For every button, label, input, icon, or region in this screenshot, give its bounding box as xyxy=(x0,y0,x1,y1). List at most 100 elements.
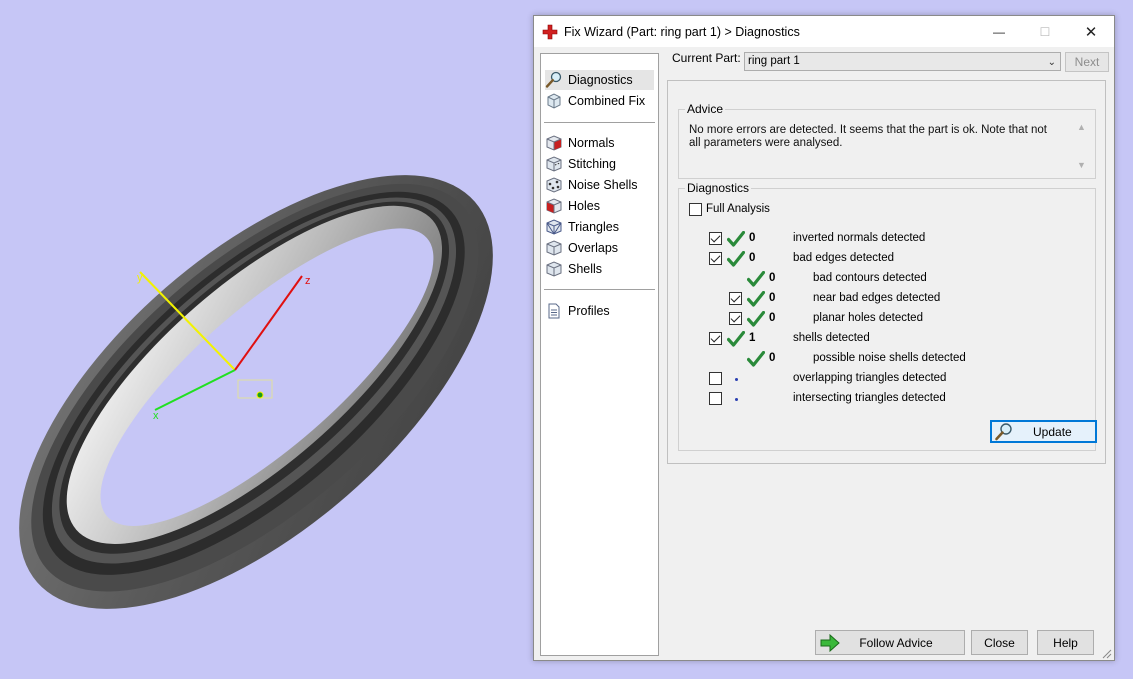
close-button[interactable]: Close xyxy=(971,630,1028,655)
diagnostic-checkbox[interactable] xyxy=(709,332,722,345)
diagnostic-row: 0 near bad edges detected xyxy=(679,290,1089,307)
sidebar-item-overlaps[interactable]: Overlaps xyxy=(545,238,654,258)
diagnostics-group: Diagnostics Full Analysis 0 inverted norm… xyxy=(678,181,1097,451)
diagnostic-row: 1 shells detected xyxy=(679,330,1089,347)
diagnostic-label: possible noise shells detected xyxy=(813,352,966,364)
sidebar-item-holes[interactable]: Holes xyxy=(545,196,654,216)
ring-part-model[interactable]: y z x xyxy=(0,0,533,679)
close-icon: ✕ xyxy=(1084,23,1098,41)
diagnostic-label: bad edges detected xyxy=(793,252,895,264)
noise-shells-icon xyxy=(545,176,563,194)
diagnostic-count: 0 xyxy=(769,352,776,364)
diagnostic-label: shells detected xyxy=(793,332,870,344)
profiles-icon xyxy=(545,302,563,320)
maximize-button[interactable]: ☐ xyxy=(1022,16,1068,47)
advice-scrollbar[interactable]: ▲ ▼ xyxy=(1075,122,1089,170)
current-part-select[interactable]: ring part 1 ⌄ xyxy=(744,52,1061,71)
close-window-button[interactable]: ✕ xyxy=(1068,16,1114,47)
holes-cube-icon xyxy=(545,197,563,215)
stitching-cube-icon xyxy=(545,155,563,173)
sidebar-divider xyxy=(544,122,655,123)
pending-dot-icon xyxy=(735,378,738,381)
diagnostic-row: 0 bad contours detected xyxy=(679,270,1089,287)
diagnostic-row: overlapping triangles detected xyxy=(679,371,1089,387)
advice-title: Advice xyxy=(685,102,726,116)
diagnostics-title: Diagnostics xyxy=(685,181,752,195)
diagnostic-checkbox[interactable] xyxy=(709,372,722,385)
diagnostic-row: 0 bad edges detected xyxy=(679,250,1089,267)
diagnostic-count: 0 xyxy=(749,252,756,264)
y-axis-label: y xyxy=(137,272,143,284)
diagnostic-checkbox[interactable] xyxy=(709,232,722,245)
x-axis-label: x xyxy=(153,410,159,422)
overlaps-cube-icon xyxy=(545,239,563,257)
sidebar-item-label: Normals xyxy=(568,136,615,150)
sidebar-item-label: Combined Fix xyxy=(568,94,646,108)
fix-wizard-dialog: Fix Wizard (Part: ring part 1) > Diagnos… xyxy=(533,15,1115,661)
green-arrow-icon xyxy=(820,633,840,653)
diagnostic-checkbox[interactable] xyxy=(729,312,742,325)
green-check-icon xyxy=(746,290,766,307)
full-analysis-label: Full Analysis xyxy=(706,203,770,215)
sidebar-item-shells[interactable]: Shells xyxy=(545,259,654,279)
diagnostic-label: near bad edges detected xyxy=(813,292,941,304)
diagnostic-label: planar holes detected xyxy=(813,312,923,324)
red-cross-icon xyxy=(542,24,558,40)
next-button[interactable]: Next xyxy=(1065,52,1109,72)
diagnostic-count: 0 xyxy=(749,232,756,244)
sidebar-item-stitching[interactable]: Stitching xyxy=(545,154,654,174)
minimize-button[interactable]: — xyxy=(976,16,1022,47)
diagnostic-count: 0 xyxy=(769,292,776,304)
follow-advice-label: Follow Advice xyxy=(859,635,933,650)
resize-grip-icon[interactable] xyxy=(1102,648,1112,659)
shells-cube-icon xyxy=(545,260,563,278)
diagnostic-checkbox[interactable] xyxy=(709,252,722,265)
normals-cube-icon xyxy=(545,134,563,152)
chevron-down-icon: ⌄ xyxy=(1047,57,1056,68)
sidebar-item-combined-fix[interactable]: Combined Fix xyxy=(545,91,654,111)
full-analysis-checkbox[interactable] xyxy=(689,203,702,216)
dialog-title: Fix Wizard (Part: ring part 1) > Diagnos… xyxy=(564,24,800,39)
combined-fix-icon xyxy=(545,92,563,110)
green-check-icon xyxy=(746,270,766,287)
sidebar-item-label: Overlaps xyxy=(568,241,619,255)
diagnostic-label: intersecting triangles detected xyxy=(793,392,946,404)
update-label: Update xyxy=(1033,424,1072,439)
diagnostic-count: 0 xyxy=(769,272,776,284)
diagnostics-panel: Advice No more errors are detected. It s… xyxy=(667,80,1106,464)
sidebar-item-diagnostics[interactable]: Diagnostics xyxy=(545,70,654,90)
sidebar-item-normals[interactable]: Normals xyxy=(545,133,654,153)
green-check-icon xyxy=(726,230,746,247)
green-check-icon xyxy=(746,310,766,327)
diagnostic-checkbox[interactable] xyxy=(729,292,742,305)
green-check-icon xyxy=(746,350,766,367)
triangles-cube-icon xyxy=(545,218,563,236)
magnifier-icon xyxy=(545,71,563,89)
title-bar[interactable]: Fix Wizard (Part: ring part 1) > Diagnos… xyxy=(534,16,1114,47)
diagnostic-label: bad contours detected xyxy=(813,272,927,284)
scroll-down-icon[interactable]: ▼ xyxy=(1077,160,1086,170)
diagnostic-checkbox[interactable] xyxy=(709,392,722,405)
scroll-up-icon[interactable]: ▲ xyxy=(1077,122,1086,132)
wizard-sidebar: Diagnostics Combined Fix Normals Stitching N… xyxy=(540,53,659,656)
sidebar-item-label: Diagnostics xyxy=(568,73,633,87)
diagnostic-row: 0 inverted normals detected xyxy=(679,230,1089,247)
sidebar-item-noise-shells[interactable]: Noise Shells xyxy=(545,175,654,195)
update-button[interactable]: Update xyxy=(990,420,1097,443)
diagnostic-label: inverted normals detected xyxy=(793,232,926,244)
sidebar-item-label: Profiles xyxy=(568,304,610,318)
3d-viewport[interactable]: y z x xyxy=(0,0,533,679)
diagnostic-count: 0 xyxy=(769,312,776,324)
follow-advice-button[interactable]: Follow Advice xyxy=(815,630,965,655)
help-button[interactable]: Help xyxy=(1037,630,1094,655)
green-check-icon xyxy=(726,330,746,347)
sidebar-item-label: Stitching xyxy=(568,157,616,171)
diagnostic-count: 1 xyxy=(749,332,756,344)
maximize-icon: ☐ xyxy=(1039,24,1051,39)
current-part-label: Current Part: xyxy=(672,51,741,65)
sidebar-divider xyxy=(544,289,655,290)
magnifier-icon xyxy=(994,422,1014,442)
sidebar-item-triangles[interactable]: Triangles xyxy=(545,217,654,237)
sidebar-item-profiles[interactable]: Profiles xyxy=(545,301,654,321)
diagnostic-row: intersecting triangles detected xyxy=(679,391,1089,407)
